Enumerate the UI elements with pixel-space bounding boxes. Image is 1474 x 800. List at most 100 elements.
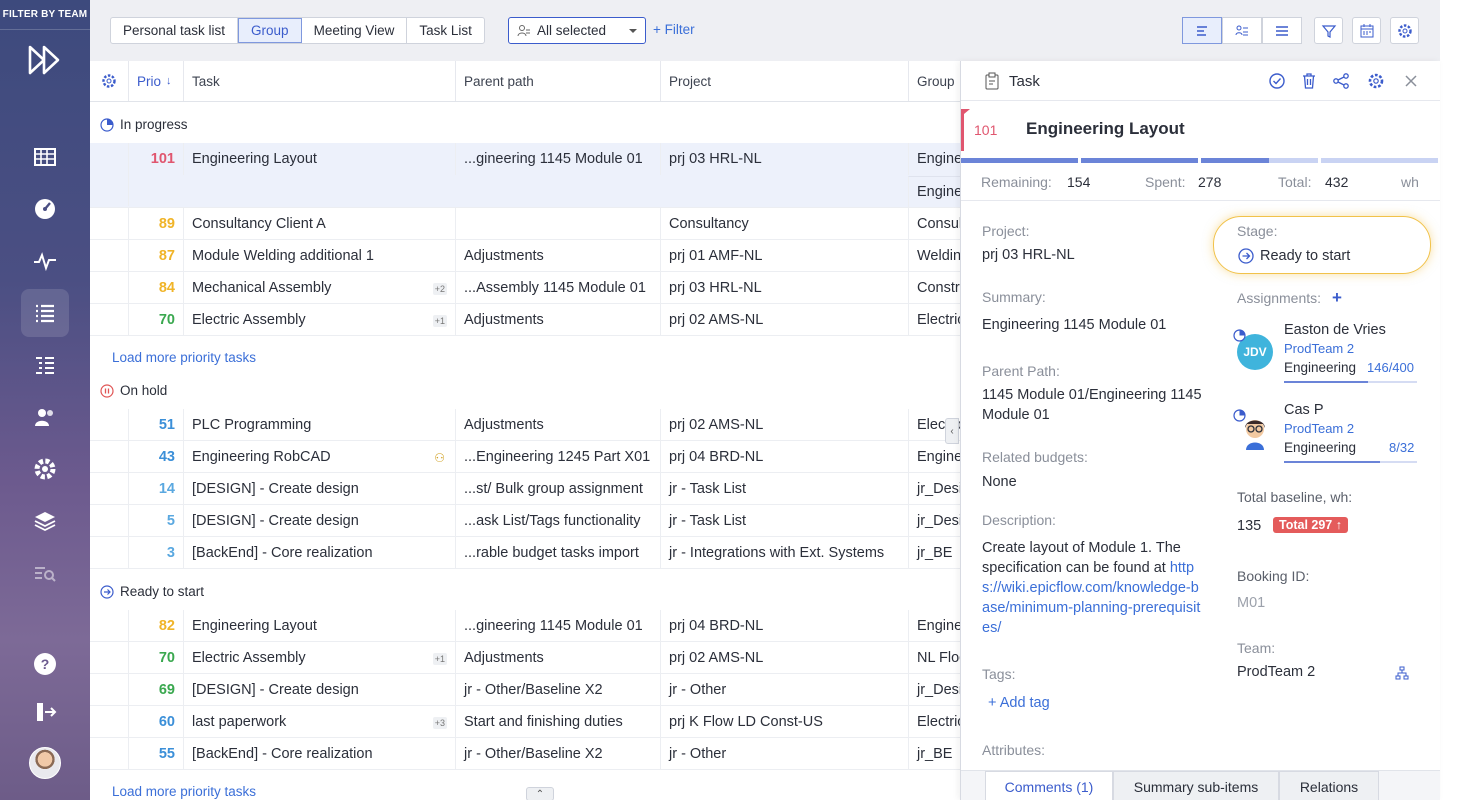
complete-check-icon[interactable] [1268, 72, 1286, 90]
analytics-icon[interactable] [21, 549, 69, 597]
table-row[interactable]: 43 Engineering RobCAD ⚇ ...Engineering 1245… [90, 441, 960, 473]
table-row[interactable]: 70 Electric Assembly +1 Adjustments prj 02 A… [90, 642, 960, 674]
cell-project[interactable]: jr - Other [660, 674, 908, 705]
tab-personal-task-list[interactable]: Personal task list [111, 18, 239, 43]
cell-task[interactable]: [BackEnd] - Core realization [183, 738, 455, 769]
task-title[interactable]: Engineering Layout [1026, 119, 1185, 139]
assignee-count-badge[interactable]: +1 [432, 315, 447, 327]
column-parent-path[interactable]: Parent path [455, 61, 660, 101]
cell-project[interactable]: prj 01 AMF-NL [660, 240, 908, 271]
add-assignment-button[interactable]: + [1332, 288, 1342, 308]
priority-filter-icon[interactable] [1314, 17, 1343, 44]
tab-comments[interactable]: Comments (1) [985, 771, 1113, 800]
cell-task[interactable]: Engineering Layout [183, 143, 455, 175]
load-more-link[interactable]: Load more priority tasks [112, 350, 256, 365]
description-value[interactable]: Create layout of Module 1. The specifica… [982, 538, 1206, 638]
table-row[interactable]: 69 [DESIGN] - Create design jr - Other/Bas… [90, 674, 960, 706]
cell-project[interactable]: prj 03 HRL-NL [660, 272, 908, 303]
tab-meeting-view[interactable]: Meeting View [302, 18, 408, 43]
grid-icon[interactable] [21, 133, 69, 181]
assignee-count-badge[interactable]: +3 [432, 717, 447, 729]
cell-task[interactable]: Engineering RobCAD ⚇ [183, 441, 455, 472]
tab-summary-sub-items[interactable]: Summary sub-items [1113, 771, 1279, 800]
calendar-icon[interactable] [1352, 17, 1381, 44]
cell-task[interactable]: last paperwork +3 [183, 706, 455, 737]
cell-task[interactable]: [DESIGN] - Create design [183, 505, 455, 536]
assignee-count-badge[interactable]: +1 [432, 653, 447, 665]
collapse-panel-button[interactable]: ‹ [945, 418, 959, 444]
assignee-name[interactable]: Easton de Vries [1284, 320, 1386, 340]
filter-button[interactable]: + Filter [653, 22, 695, 37]
cell-project[interactable]: prj 02 AMS-NL [660, 642, 908, 673]
task-list-icon[interactable] [21, 289, 69, 337]
trash-icon[interactable] [1300, 72, 1318, 90]
tab-task-list[interactable]: Task List [407, 18, 484, 43]
parent-path-value[interactable]: 1145 Module 01/Engineering 1145 Module 0… [982, 385, 1214, 425]
table-row[interactable]: 82 Engineering Layout ...gineering 1145 Mo… [90, 610, 960, 642]
cell-project[interactable]: prj 02 AMS-NL [660, 304, 908, 335]
tab-group[interactable]: Group [238, 18, 302, 43]
org-chart-icon[interactable] [1395, 666, 1409, 680]
cell-task[interactable]: [DESIGN] - Create design [183, 473, 455, 504]
group-header[interactable]: Ready to start [100, 584, 204, 599]
table-row[interactable]: 101 Engineering Layout ...gineering 1145 M… [90, 143, 960, 208]
table-row[interactable]: 70 Electric Assembly +1 Adjustments prj 02 A… [90, 304, 960, 336]
summary-value[interactable]: Engineering 1145 Module 01 [982, 315, 1166, 335]
cell-task[interactable]: Module Welding additional 1 [183, 240, 455, 271]
table-row[interactable]: 5 [DESIGN] - Create design ...ask List/Tag… [90, 505, 960, 537]
team-value[interactable]: ProdTeam 2 [1237, 662, 1315, 682]
user-avatar[interactable] [29, 747, 61, 779]
hierarchy-list-icon[interactable] [21, 341, 69, 389]
scroll-up-button[interactable]: ⌃ [526, 787, 554, 800]
stage-value[interactable]: Ready to start [1260, 246, 1350, 266]
add-tag-button[interactable]: + Add tag [988, 693, 1050, 713]
table-row[interactable]: 55 [BackEnd] - Core realization jr - Other… [90, 738, 960, 770]
team-select[interactable]: All selected [508, 17, 646, 44]
cell-project[interactable]: jr - Task List [660, 505, 908, 536]
group-header[interactable]: On hold [100, 383, 167, 398]
project-value[interactable]: prj 03 HRL-NL [982, 245, 1075, 265]
table-row[interactable]: 14 [DESIGN] - Create design ...st/ Bulk gr… [90, 473, 960, 505]
cell-task[interactable]: Electric Assembly +1 [183, 304, 455, 335]
assignee-name[interactable]: Cas P [1284, 400, 1324, 420]
list-view-icon[interactable] [1262, 17, 1302, 44]
column-prio[interactable]: Prio ↓ [128, 61, 183, 101]
table-row[interactable]: 51 PLC Programming Adjustments prj 02 AMS-N… [90, 409, 960, 441]
users-icon[interactable] [21, 393, 69, 441]
load-more-link[interactable]: Load more priority tasks [112, 784, 256, 799]
cell-task[interactable]: Mechanical Assembly +2 [183, 272, 455, 303]
panel-settings-icon[interactable] [1367, 72, 1385, 90]
cell-project[interactable]: jr - Other [660, 738, 908, 769]
booking-id-value[interactable]: M01 [1237, 593, 1265, 613]
cell-project[interactable]: prj 04 BRD-NL [660, 610, 908, 641]
layers-icon[interactable] [21, 497, 69, 545]
cell-project[interactable]: Consultancy [660, 208, 908, 239]
cell-project[interactable]: jr - Integrations with Ext. Systems [660, 537, 908, 568]
table-row[interactable]: 89 Consultancy Client A Consultancy Consult… [90, 208, 960, 240]
dashboard-icon[interactable] [21, 185, 69, 233]
column-project[interactable]: Project [660, 61, 908, 101]
share-icon[interactable] [1332, 72, 1350, 90]
table-row[interactable]: 87 Module Welding additional 1 Adjustments… [90, 240, 960, 272]
filter-by-team-button[interactable]: FILTER BY TEAM [0, 0, 90, 30]
help-icon[interactable]: ? [21, 640, 69, 688]
close-icon[interactable] [1402, 72, 1420, 90]
cell-task[interactable]: [BackEnd] - Core realization [183, 537, 455, 568]
gear-icon[interactable] [1390, 17, 1419, 44]
cell-project[interactable]: prj 02 AMS-NL [660, 409, 908, 440]
column-task[interactable]: Task [183, 61, 455, 101]
app-logo-icon[interactable] [27, 44, 63, 76]
column-settings-icon[interactable] [90, 61, 128, 101]
settings-icon[interactable] [21, 445, 69, 493]
cell-task[interactable]: Engineering Layout [183, 610, 455, 641]
cell-project[interactable]: prj 04 BRD-NL [660, 441, 908, 472]
assignee-team[interactable]: ProdTeam 2 [1284, 339, 1354, 359]
cell-task[interactable]: Electric Assembly +1 [183, 642, 455, 673]
assignee-team[interactable]: ProdTeam 2 [1284, 419, 1354, 439]
cell-task[interactable]: Consultancy Client A [183, 208, 455, 239]
cell-task[interactable]: PLC Programming [183, 409, 455, 440]
assignee-view-icon[interactable] [1222, 17, 1262, 44]
group-header[interactable]: In progress [100, 117, 188, 132]
column-group[interactable]: Group [908, 61, 960, 101]
assignee-count-badge[interactable]: +2 [432, 283, 447, 295]
